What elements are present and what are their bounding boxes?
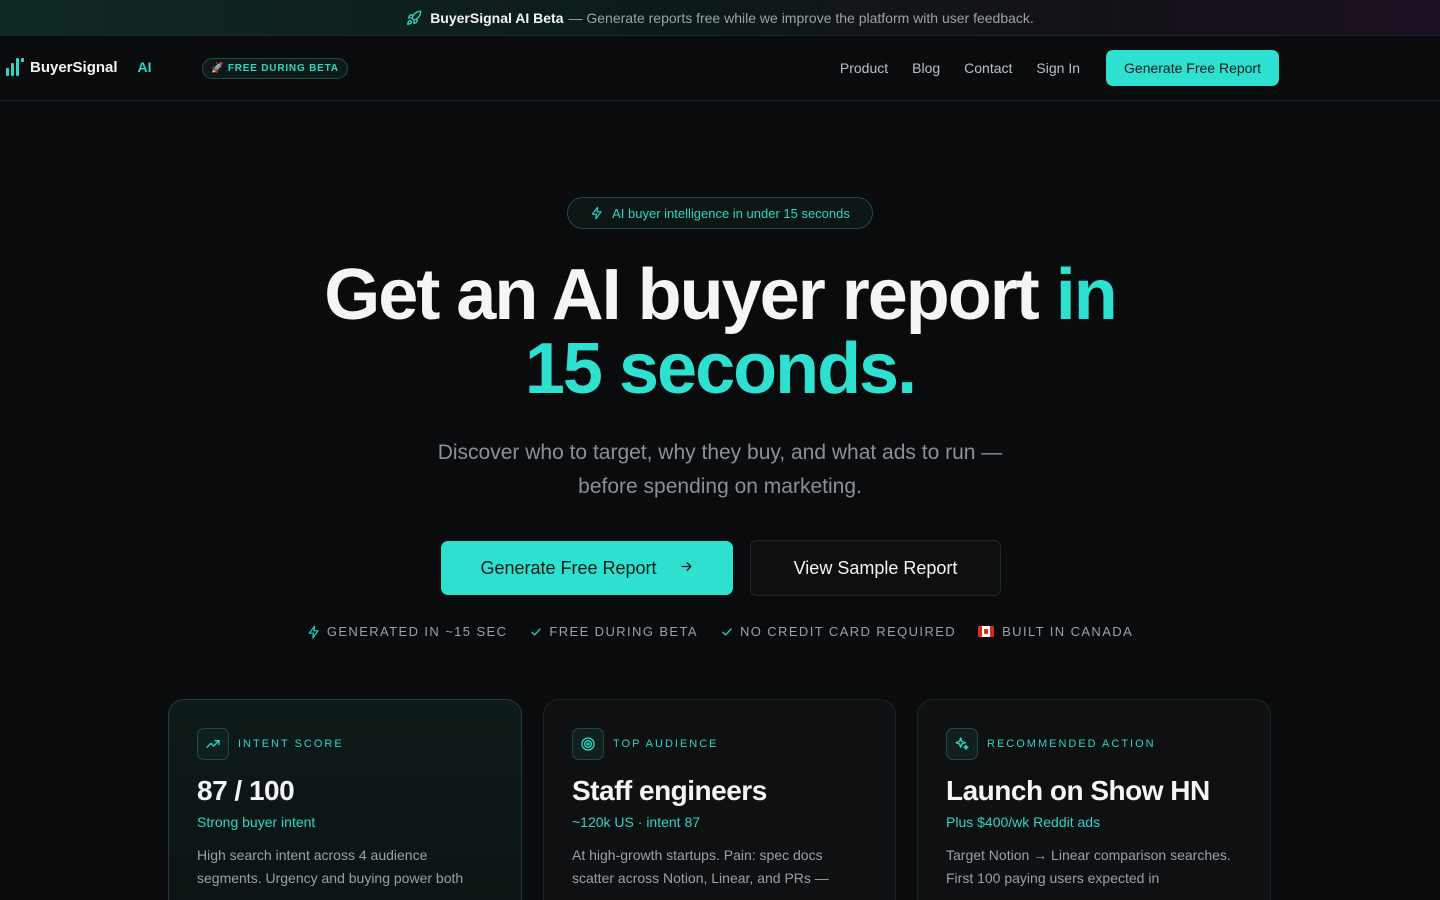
card-description: High search intent across 4 audience seg… [197, 847, 464, 886]
bolt-icon [307, 625, 321, 639]
nav-link-product[interactable]: Product [840, 60, 888, 76]
card-title: Staff engineers [572, 775, 767, 806]
trust-item: GENERATED IN ~15 SEC [307, 624, 508, 639]
nav-link-sign-in[interactable]: Sign In [1036, 60, 1080, 76]
card-recommended-action: RECOMMENDED ACTION Launch on Show HN Plu… [917, 699, 1271, 900]
rocket-icon [406, 10, 422, 26]
banner-brand: BuyerSignal AI Beta [430, 9, 564, 26]
card-description: Target Notion → Linear comparison search… [946, 847, 1231, 886]
trending-up-icon [197, 728, 229, 760]
headline-accent-2: 15 seconds. [524, 329, 917, 409]
logo-ai: AI [137, 59, 152, 75]
card-subtitle: ~120k US · intent 87 [572, 814, 701, 830]
card-subtitle: Strong buyer intent [197, 814, 316, 830]
card-description: At high-growth startups. Pain: spec docs… [572, 847, 829, 886]
sparkles-icon [946, 728, 978, 760]
view-sample-report-button[interactable]: View Sample Report [750, 540, 1001, 596]
card-tag: TOP AUDIENCE [613, 738, 719, 750]
trust-label: FREE DURING BETA [549, 624, 698, 639]
logo-bars-icon [6, 58, 24, 76]
check-icon [529, 625, 543, 639]
hero-subtitle: Discover who to target, why they buy, an… [360, 436, 1080, 504]
arrow-right-icon [679, 558, 694, 579]
nav-generate-report-button[interactable]: Generate Free Report [1106, 50, 1279, 86]
trust-badges: GENERATED IN ~15 SEC FREE DURING BETA NO… [0, 624, 1440, 639]
target-icon [572, 728, 604, 760]
canada-flag-icon [978, 626, 995, 637]
beta-badge: 🚀 FREE DURING BETA [202, 58, 348, 79]
trust-item: NO CREDIT CARD REQUIRED [720, 624, 956, 639]
generate-report-button[interactable]: Generate Free Report [441, 541, 733, 595]
card-intent-score: INTENT SCORE 87 / 100 Strong buyer inten… [168, 699, 522, 900]
trust-label: GENERATED IN ~15 SEC [326, 624, 508, 639]
nav-link-contact[interactable]: Contact [964, 60, 1012, 76]
logo-name: BuyerSignal [30, 58, 118, 76]
nav-link-blog[interactable]: Blog [912, 60, 940, 76]
card-tag: RECOMMENDED ACTION [987, 738, 1156, 750]
logo[interactable]: BuyerSignal AI [6, 58, 152, 76]
hero-pill: AI buyer intelligence in under 15 second… [567, 197, 873, 229]
trust-label: BUILT IN CANADA [1002, 624, 1134, 639]
subtitle-line-2: before spending on marketing. [578, 475, 862, 498]
headline-main: Get an AI buyer report [324, 255, 1056, 335]
banner-text: — Generate reports free while we improve… [568, 9, 1034, 26]
announcement-banner: BuyerSignal AI Beta — Generate reports f… [0, 0, 1440, 36]
subtitle-line-1: Discover who to target, why they buy, an… [437, 441, 1003, 464]
trust-label: NO CREDIT CARD REQUIRED [739, 624, 957, 639]
card-subtitle: Plus $400/wk Reddit ads [946, 814, 1101, 830]
card-title: Launch on Show HN [946, 775, 1210, 806]
check-icon [720, 625, 734, 639]
card-title: 87 / 100 [197, 775, 295, 806]
trust-item: FREE DURING BETA [529, 624, 698, 639]
top-nav: BuyerSignal AI 🚀 FREE DURING BETA Produc… [0, 36, 1440, 101]
card-tag: INTENT SCORE [238, 738, 344, 750]
bolt-icon [590, 206, 604, 220]
card-top-audience: TOP AUDIENCE Staff engineers ~120k US · … [543, 699, 896, 900]
hero-pill-text: AI buyer intelligence in under 15 second… [612, 205, 850, 221]
nav-links: Product Blog Contact Sign In [840, 60, 1080, 76]
trust-item: BUILT IN CANADA [978, 624, 1133, 639]
headline-accent-1: in [1055, 255, 1118, 335]
generate-report-label: Generate Free Report [480, 557, 657, 578]
hero-headline: Get an AI buyer report in 15 seconds. [0, 258, 1440, 406]
